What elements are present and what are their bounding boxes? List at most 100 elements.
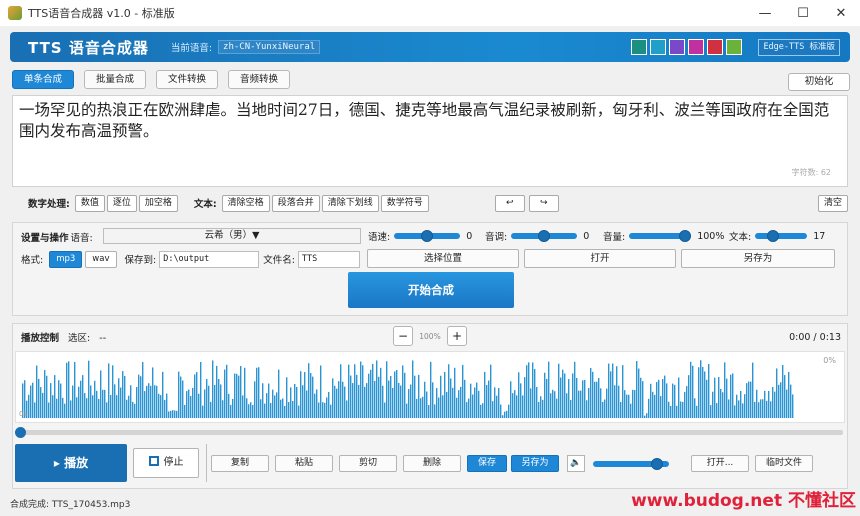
theme-swatch-5[interactable]: [707, 39, 723, 55]
waveform-bar: [590, 367, 592, 418]
text-tool-button-3[interactable]: 清除下划线: [321, 194, 379, 212]
zoom-out-button[interactable]: −: [393, 326, 413, 346]
waveform-bar: [294, 384, 296, 418]
waveform-bar: [180, 376, 182, 418]
zoom-in-button[interactable]: +: [447, 326, 467, 346]
temp-file-button[interactable]: 临时文件: [755, 455, 813, 472]
tab-2[interactable]: 批量合成: [84, 70, 147, 89]
waveform-bar: [148, 383, 150, 418]
waveform-bar: [674, 384, 676, 418]
save-path-input[interactable]: D:\output: [159, 250, 260, 268]
text-size-slider[interactable]: [755, 230, 808, 242]
text-size-slider-handle[interactable]: [767, 230, 780, 242]
close-button[interactable]: ✕: [822, 0, 860, 26]
waveform-bar: [96, 390, 98, 418]
volume-slider[interactable]: [629, 230, 692, 242]
waveform-bar: [78, 386, 80, 418]
waveform-bar: [104, 389, 106, 418]
waveform-bar: [712, 391, 714, 418]
number-tool-button-2[interactable]: 逐位: [106, 194, 137, 212]
number-tool-button-3[interactable]: 加空格: [138, 194, 178, 212]
choose-location-button[interactable]: 选择位置: [367, 249, 519, 268]
waveform-bar: [608, 363, 610, 418]
waveform-bar: [286, 377, 288, 418]
progress-handle[interactable]: [15, 427, 26, 438]
waveform-bar: [646, 413, 648, 418]
speed-slider[interactable]: [394, 230, 461, 242]
waveform-bar: [76, 397, 78, 418]
theme-swatch-2[interactable]: [650, 39, 666, 55]
waveform-bar: [732, 373, 734, 418]
initialize-button[interactable]: 初始化: [788, 73, 850, 91]
theme-swatch-1[interactable]: [631, 39, 647, 55]
stop-button[interactable]: 停止: [133, 448, 199, 478]
waveform-bar: [42, 392, 44, 418]
cut-button[interactable]: 剪切: [339, 455, 397, 472]
waveform-bar: [504, 411, 506, 418]
text-tool-button-2[interactable]: 段落合并: [271, 194, 320, 212]
volume-slider-handle[interactable]: [679, 230, 692, 242]
text-tool-button-1[interactable]: 清除空格: [221, 194, 270, 212]
format-wav-button[interactable]: wav: [85, 250, 117, 268]
delete-button[interactable]: 删除: [403, 455, 461, 472]
theme-swatch-3[interactable]: [669, 39, 685, 55]
waveform-bar: [264, 403, 266, 418]
playback-volume-handle[interactable]: [650, 458, 663, 470]
save-audio-button[interactable]: 保存: [467, 455, 507, 472]
playback-progress[interactable]: [15, 427, 843, 438]
waveform-bar: [214, 385, 216, 418]
start-synthesis-button[interactable]: 开始合成: [348, 272, 514, 308]
number-tool-button-1[interactable]: 数值: [74, 194, 105, 212]
theme-swatch-4[interactable]: [688, 39, 704, 55]
text-editor[interactable]: 一场罕见的热浪正在欧洲肆虐。当地时间27日，德国、捷克等地最高气温纪录被刷新，匈…: [12, 95, 848, 187]
filename-input[interactable]: TTS: [297, 250, 360, 268]
tab-4[interactable]: 音频转换: [228, 70, 291, 89]
tab-1[interactable]: 单条合成: [12, 70, 75, 89]
save-audio-as-button[interactable]: 另存为: [511, 455, 559, 472]
waveform-bar: [430, 361, 432, 418]
waveform-bar: [38, 378, 40, 418]
theme-swatch-6[interactable]: [726, 39, 742, 55]
waveform-bar: [754, 401, 756, 418]
waveform-bar: [482, 403, 484, 418]
save-as-button[interactable]: 另存为: [681, 249, 835, 268]
open-audio-button[interactable]: 打开...: [691, 455, 749, 472]
waveform-bar: [682, 401, 684, 418]
waveform-bar: [276, 392, 278, 418]
waveform-bar: [620, 402, 622, 418]
copy-button[interactable]: 复制: [211, 455, 269, 472]
waveform-bar: [776, 368, 778, 418]
waveform-bar: [738, 400, 740, 418]
text-tool-button-4[interactable]: 数学符号: [380, 194, 429, 212]
play-button[interactable]: ▸ 播放: [15, 444, 127, 482]
waveform-bar: [618, 385, 620, 418]
speed-slider-handle[interactable]: [421, 230, 434, 242]
waveform-bar: [718, 376, 720, 418]
pitch-slider[interactable]: [511, 230, 578, 242]
minimize-button[interactable]: —: [746, 0, 784, 26]
waveform-bar: [554, 391, 556, 418]
save-path-label: 保存到:: [124, 255, 157, 266]
open-folder-button[interactable]: 打开: [524, 249, 676, 268]
maximize-button[interactable]: ☐: [784, 0, 822, 26]
voice-select[interactable]: 云希（男）▼: [103, 228, 361, 244]
waveform-bar: [344, 386, 346, 418]
waveform-bar: [484, 371, 486, 418]
waveform[interactable]: 0% 0s: [15, 351, 845, 423]
waveform-bar: [210, 401, 212, 418]
waveform-bar: [764, 390, 766, 418]
undo-button[interactable]: ↩: [494, 194, 525, 212]
playback-volume-slider[interactable]: [593, 458, 669, 470]
waveform-bar: [112, 365, 114, 418]
clear-button[interactable]: 清空: [817, 194, 848, 212]
redo-button[interactable]: ↪: [528, 194, 559, 212]
format-mp3-button[interactable]: mp3: [49, 250, 83, 268]
pitch-slider-handle[interactable]: [538, 230, 551, 242]
paste-button[interactable]: 粘贴: [275, 455, 333, 472]
waveform-graphic: [22, 360, 794, 418]
waveform-bar: [284, 405, 286, 418]
waveform-bar: [444, 371, 446, 418]
tab-3[interactable]: 文件转换: [156, 70, 219, 89]
speaker-icon[interactable]: 🔈: [567, 455, 585, 472]
window-title: TTS语音合成器 v1.0 - 标准版: [28, 7, 175, 20]
